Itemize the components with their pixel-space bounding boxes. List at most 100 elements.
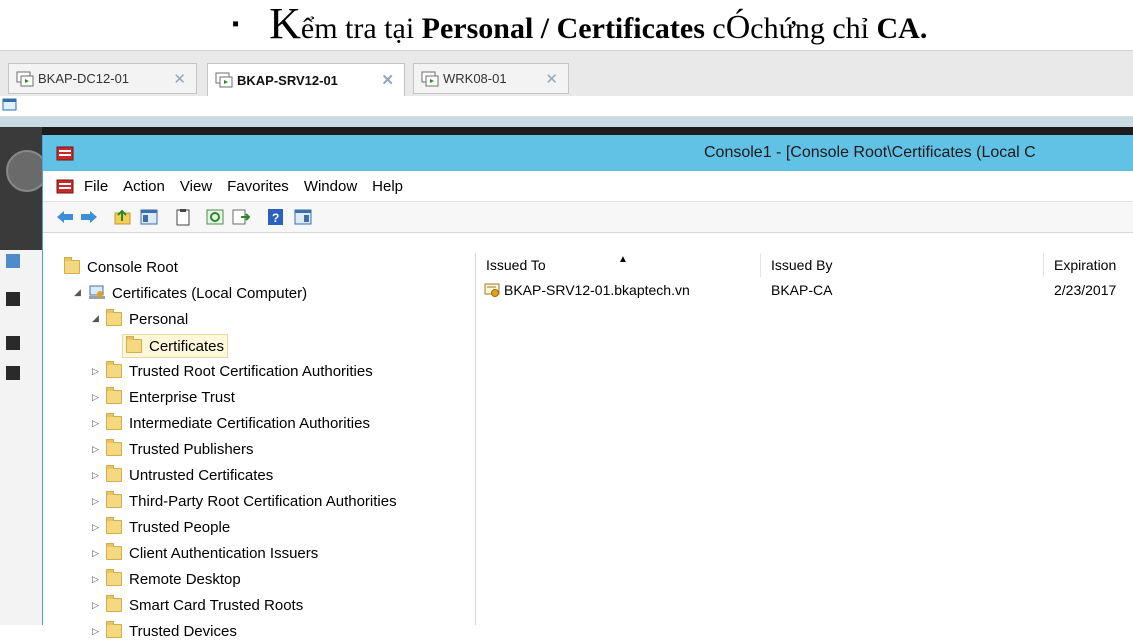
up-folder-icon[interactable] [113, 208, 133, 226]
tree-item-store[interactable]: Trusted Root Certification Authorities [106, 360, 373, 382]
expand-arrow-icon[interactable]: ◢ [92, 313, 99, 324]
tree-item-store[interactable]: Smart Card Trusted Roots [106, 594, 303, 616]
expand-arrow-icon[interactable]: ▷ [92, 574, 99, 585]
cell-issued-by: BKAP-CA [771, 282, 833, 298]
expand-arrow-icon[interactable]: ▷ [92, 626, 99, 637]
show-hide-tree-icon[interactable] [139, 208, 159, 226]
virtual-machine-icon [215, 72, 233, 88]
server-manager-panel [0, 250, 42, 625]
bullet-icon: ▪ [232, 13, 240, 35]
tree-item-store[interactable]: Trusted People [106, 516, 230, 538]
vm-toolbar [0, 96, 1133, 117]
tree-item-store[interactable]: Trusted Publishers [106, 438, 254, 460]
all-servers-icon[interactable] [6, 336, 20, 350]
folder-icon [106, 413, 122, 430]
menu-action[interactable]: Action [123, 178, 165, 195]
mmc-app-icon [56, 146, 74, 161]
forward-arrow-icon[interactable] [79, 208, 99, 226]
result-list: Issued To ▲ Issued By Expiration BKAP-SR… [476, 253, 1133, 625]
tree-item-store[interactable]: Enterprise Trust [106, 386, 235, 408]
folder-icon [106, 465, 122, 482]
sort-ascending-icon: ▲ [618, 254, 628, 265]
tab-bkap-srv12-01[interactable]: BKAP-SRV12-01 ✕ [207, 63, 405, 96]
tab-label: WRK08-01 [443, 71, 507, 86]
menu-help[interactable]: Help [372, 178, 403, 195]
close-icon[interactable]: ✕ [545, 70, 558, 88]
menu-favorites[interactable]: Favorites [227, 178, 289, 195]
expand-arrow-icon[interactable]: ▷ [92, 418, 99, 429]
tree-item-store[interactable]: Client Authentication Issuers [106, 542, 318, 564]
expand-arrow-icon[interactable]: ▷ [92, 470, 99, 481]
folder-icon [106, 517, 122, 534]
file-services-icon[interactable] [6, 366, 20, 380]
svg-text:?: ? [272, 211, 279, 225]
expand-arrow-icon[interactable]: ▷ [92, 496, 99, 507]
expand-arrow-icon[interactable]: ◢ [74, 287, 81, 298]
help-icon[interactable]: ? [265, 208, 285, 226]
folder-icon [106, 309, 122, 326]
tree-item-store[interactable]: Trusted Devices [106, 620, 237, 642]
certificate-icon [484, 283, 500, 297]
console-tree: Console Root ◢ Certificates (Local Compu… [60, 253, 476, 640]
expand-arrow-icon[interactable]: ▷ [92, 392, 99, 403]
tree-item-store[interactable]: Intermediate Certification Authorities [106, 412, 370, 434]
folder-icon [64, 257, 80, 274]
folder-icon [106, 595, 122, 612]
back-arrow-icon[interactable] [55, 208, 75, 226]
tab-label: BKAP-DC12-01 [38, 71, 130, 86]
column-header-expiration[interactable]: Expiration [1044, 253, 1133, 277]
dashboard-icon[interactable] [6, 254, 20, 268]
menu-bar: File Action View Favorites Window Help [43, 171, 1133, 202]
folder-icon [106, 491, 122, 508]
folder-icon [126, 336, 142, 353]
mmc-menu-icon[interactable] [56, 177, 74, 195]
tab-bkap-dc12-01[interactable]: BKAP-DC12-01 ✕ [8, 63, 197, 94]
folder-icon [106, 621, 122, 638]
expand-arrow-icon[interactable]: ▷ [92, 548, 99, 559]
document-heading: ▪ Kểm tra tại Personal / Certificates cÓc… [232, 0, 928, 48]
menu-file[interactable]: File [84, 178, 108, 195]
vm-status-strip [0, 117, 1133, 127]
tab-label: BKAP-SRV12-01 [237, 72, 338, 88]
toolbar: ? [43, 202, 1133, 233]
window-title: Console1 - [Console Root\Certificates (L… [704, 144, 1036, 161]
virtual-machine-icon [421, 71, 439, 86]
menu-view[interactable]: View [180, 178, 212, 195]
tree-item-personal[interactable]: Personal [106, 308, 188, 330]
expand-arrow-icon[interactable]: ▷ [92, 366, 99, 377]
tab-wrk08-01[interactable]: WRK08-01 ✕ [413, 63, 569, 94]
certificate-store-icon [89, 285, 105, 299]
expand-arrow-icon[interactable]: ▷ [92, 444, 99, 455]
tree-item-store[interactable]: Remote Desktop [106, 568, 241, 590]
title-bar: Console1 - [Console Root\Certificates (L… [43, 135, 1133, 171]
folder-icon [106, 361, 122, 378]
export-list-icon[interactable] [231, 208, 251, 226]
vm-tab-strip: BKAP-DC12-01 ✕ BKAP-SRV12-01 ✕ WRK08-01 … [0, 50, 1133, 97]
tree-item-personal-certificates[interactable]: Certificates [122, 334, 229, 358]
clipboard-icon[interactable] [173, 208, 193, 226]
cell-issued-to: BKAP-SRV12-01.bkaptech.vn [504, 282, 690, 298]
close-icon[interactable]: ✕ [381, 71, 394, 89]
cell-expiration: 2/23/2017 [1054, 282, 1117, 298]
close-icon[interactable]: ✕ [173, 70, 186, 88]
tree-item-store[interactable]: Third-Party Root Certification Authoriti… [106, 490, 397, 512]
tree-item-store[interactable]: Untrusted Certificates [106, 464, 273, 486]
mmc-window: Console1 - [Console Root\Certificates (L… [42, 135, 1133, 640]
expand-arrow-icon[interactable]: ▷ [92, 600, 99, 611]
tree-item-certificates-local-computer[interactable]: Certificates (Local Computer) [88, 282, 307, 304]
local-server-icon[interactable] [6, 292, 20, 306]
expand-arrow-icon[interactable]: ▷ [92, 522, 99, 533]
tree-item-console-root[interactable]: Console Root [64, 256, 178, 278]
table-row[interactable]: BKAP-SRV12-01.bkaptech.vn [484, 279, 690, 301]
menu-window[interactable]: Window [304, 178, 357, 195]
virtual-machine-icon [16, 71, 34, 86]
show-action-pane-icon[interactable] [293, 208, 313, 226]
folder-icon [106, 543, 122, 560]
column-header-issued-to[interactable]: Issued To ▲ [476, 253, 761, 277]
refresh-icon[interactable] [205, 208, 225, 226]
column-header-issued-by[interactable]: Issued By [761, 253, 1044, 277]
folder-icon [106, 569, 122, 586]
console-view-icon[interactable] [2, 98, 18, 112]
folder-icon [106, 439, 122, 456]
folder-icon [106, 387, 122, 404]
